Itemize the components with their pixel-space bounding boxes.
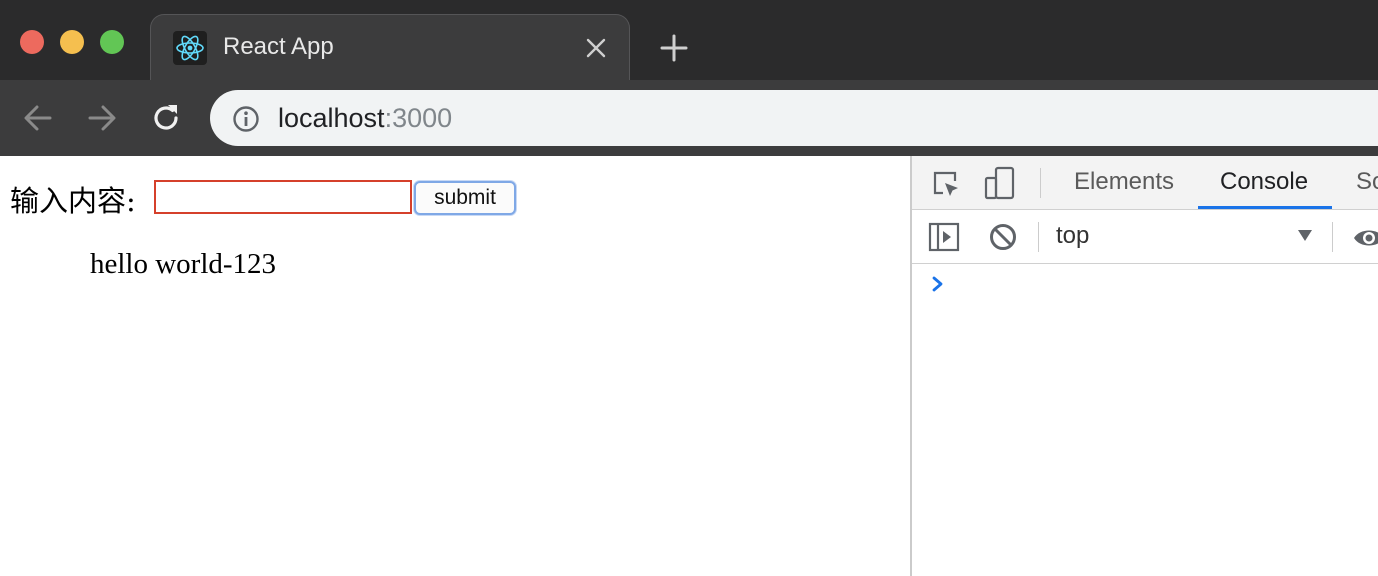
maximize-window-button[interactable] — [100, 30, 124, 54]
content-input[interactable] — [154, 180, 412, 214]
browser-titlebar: React App — [0, 0, 1378, 81]
tab-title: React App — [223, 33, 334, 60]
close-icon[interactable] — [583, 35, 609, 61]
clear-console-icon[interactable] — [988, 222, 1018, 252]
browser-tab[interactable]: React App — [150, 14, 630, 81]
toolbar-divider — [1038, 222, 1039, 252]
reload-icon[interactable] — [148, 100, 184, 136]
list-item: hello world-123 — [90, 248, 277, 280]
context-select[interactable]: top — [1056, 222, 1089, 250]
eye-icon[interactable] — [1352, 224, 1378, 252]
browser-toolbar: localhost:3000 — [0, 80, 1378, 156]
toolbar-divider — [1040, 168, 1041, 198]
toolbar-divider — [1332, 222, 1333, 252]
active-tab-indicator — [1198, 206, 1332, 209]
page-viewport: 输入内容: submit hello world-123 — [0, 156, 910, 576]
devtools-tabbar: Elements Console So — [912, 156, 1378, 210]
dropdown-arrow-icon[interactable] — [1296, 226, 1314, 244]
devtools-panel: Elements Console So top — [910, 156, 1378, 576]
todo-list: hello world-123 — [90, 248, 276, 281]
react-logo-icon — [173, 31, 207, 65]
info-icon[interactable] — [232, 105, 260, 133]
url-text: localhost:3000 — [278, 103, 452, 134]
plus-icon[interactable] — [658, 32, 690, 64]
url-host: localhost — [278, 103, 385, 133]
url-port: :3000 — [384, 103, 453, 133]
tab-sources[interactable]: So — [1356, 168, 1378, 196]
minimize-window-button[interactable] — [60, 30, 84, 54]
device-toolbar-icon[interactable] — [984, 166, 1016, 200]
submit-button[interactable]: submit — [414, 181, 516, 215]
tab-elements[interactable]: Elements — [1074, 168, 1174, 196]
input-label: 输入内容: — [10, 184, 136, 218]
console-sidebar-icon[interactable] — [928, 222, 960, 252]
inspect-element-icon[interactable] — [930, 168, 962, 200]
close-window-button[interactable] — [20, 30, 44, 54]
console-toolbar: top — [912, 210, 1378, 264]
arrow-left-icon[interactable] — [20, 100, 56, 136]
tab-console[interactable]: Console — [1220, 168, 1308, 196]
address-bar[interactable]: localhost:3000 — [210, 90, 1378, 146]
chevron-right-icon[interactable] — [930, 274, 946, 294]
arrow-right-icon[interactable] — [84, 100, 120, 136]
